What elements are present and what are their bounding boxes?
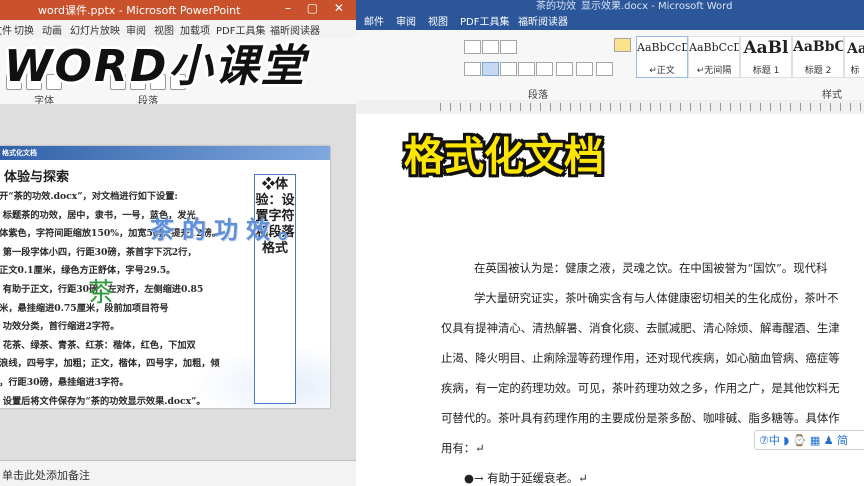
slide[interactable]: 格式化文档 体验与探索 打开“茶的功效.docx”，对文档进行如下设置: 1. … [0,146,330,408]
style-name: 标题 1 [752,66,780,76]
paragraph-mark-icon[interactable] [614,38,631,52]
numbering-icon[interactable] [482,40,499,54]
word-tab-mailings[interactable]: 邮件 [364,13,384,28]
course-banner-text: WORD小课堂 [4,41,307,92]
ppt-notes-pane[interactable]: 单击此处添加备注 [0,460,356,486]
slide-line: 3. 有助于正文，行距30磅，左对齐，左侧缩进0.85 [0,283,204,295]
style-no-spacing[interactable]: AaBbCcDc ↵无间隔 [688,36,740,78]
style-sample: AaBbCcDc [689,41,739,54]
style-heading-1[interactable]: AaBl 标题 1 [740,36,792,78]
align-left-icon[interactable] [464,62,481,76]
ppt-notes-placeholder: 单击此处添加备注 [2,469,90,482]
ppt-window-title: word课件.pptx - Microsoft PowerPoint [38,4,241,17]
lesson-caption-text: 格式化文档 [404,134,604,180]
course-banner: WORD小课堂 [0,28,420,92]
word-tab-pdf[interactable]: PDF工具集 [460,13,509,28]
style-normal[interactable]: AaBbCcDc ↵正文 [636,36,688,78]
style-name: ↵无间隔 [696,66,732,76]
slide-header-band: 格式化文档 [0,146,330,160]
document-drop-cap: 茶 [88,278,115,308]
align-right-icon[interactable] [500,62,517,76]
ppt-title-bar: word课件.pptx - Microsoft PowerPoint – ▢ ✕ [0,0,356,20]
justify-icon[interactable] [518,62,535,76]
style-sample: AaBbC [793,39,843,55]
style-title[interactable]: AaB 标 [844,36,864,78]
style-heading-2[interactable]: AaBbC 标题 2 [792,36,844,78]
word-title-bar: 茶的功效_显示效果.docx - Microsoft Word [356,0,864,12]
document-line: 止渴、降火明目、止痢除湿等药理作用，还对现代疾病，如心脑血管病、癌症等 [441,351,840,365]
style-name: 标 [850,66,860,76]
slide-line: 波浪线，四号字，加粗；正文，楷体，四号字，加粗，倾 [0,358,220,370]
slide-vertical-textbox[interactable]: ❖体验：设置字符和段落格式 [254,174,296,404]
slide-band-label: 格式化文档 [2,149,37,157]
document-line: 疾病，有一定的药理功效。可见，茶叶药理功效之多，作用之广，是其他饮料无 [441,381,840,395]
slide-line: 距正文0.1厘米，绿色方正舒体，字号29.5。 [0,265,176,277]
shading-icon[interactable] [576,62,593,76]
align-center-icon[interactable] [482,62,499,76]
bullets-icon[interactable] [464,40,481,54]
slide-line: 2. 第一段字体小四，行距30磅，茶首字下沉2行， [0,246,197,258]
document-line: 仅具有提神清心、清热解暑、消食化痰、去腻减肥、清心除烦、解毒醒酒、生津 [441,321,840,335]
multilevel-list-icon[interactable] [500,40,517,54]
style-sample: AaBbCcDc [637,41,687,54]
slide-line: 6. 设置后将文件保存为“茶的功效显示效果.docx”。 [0,395,206,407]
distributed-icon[interactable] [536,62,553,76]
style-sample: AaB [847,41,864,57]
word-tab-view[interactable]: 视图 [428,13,448,28]
word-tab-review[interactable]: 审阅 [396,13,416,28]
document-line: 可替代的。茶叶具有药理作用的主要成份是茶多酚、咖啡碱、脂多糖等。具体作 [441,411,840,425]
word-tab-foxit[interactable]: 福昕阅读器 [518,13,568,28]
line-spacing-icon[interactable] [556,62,573,76]
document-line: 学大量研究证实，茶叶确实含有与人体健康密切相关的生化成份，茶叶不 [474,291,839,305]
slide-line: 厘米，悬挂缩进0.75厘米，段前加项目符号 [0,302,169,314]
document-title: 茶的功效。 [150,215,310,244]
slide-line: 打开“茶的功效.docx”，对文档进行如下设置: [0,191,178,202]
document-bullet-item: ●→ 有助于延缓衰老。↵ [464,471,588,485]
ime-toolbar[interactable]: ⑦中 ◗ ⌚ ▦ ♟ 简 [754,430,864,450]
document-line: 用有：↵ [441,441,485,455]
ime-status: ⑦中 ◗ ⌚ ▦ ♟ 简 [759,434,849,447]
slide-line: 4. 功效分类，首行缩进2字符。 [0,321,120,333]
word-ruler[interactable] [356,100,864,115]
slide-line: 斜，行距30磅，悬挂缩进3字符。 [0,376,129,388]
slide-heading: 体验与探索 [4,170,70,185]
word-group-paragraph-label: 段落 [528,90,548,101]
lesson-caption: 格式化文档 [398,122,658,186]
borders-icon[interactable] [596,62,613,76]
slide-line: 5. 花茶、绿茶、青茶、红茶：楷体，红色，下加双 [0,339,196,351]
document-line: 在英国被认为是：健康之液，灵魂之饮。在中国被誉为“国饮”。现代科 [474,261,828,275]
ruler-ticks [440,103,864,111]
word-group-styles-label: 样式 [822,90,842,101]
style-name: ↵正文 [649,66,675,76]
word-ribbon-tabs: 邮件 审阅 视图 PDF工具集 福昕阅读器 [356,10,864,30]
ppt-window-controls[interactable]: – ▢ ✕ [285,1,350,15]
style-sample: AaBl [743,38,789,58]
word-ribbon: AaBbCcDc ↵正文 AaBbCcDc ↵无间隔 AaBl 标题 1 AaB… [356,30,864,101]
style-name: 标题 2 [804,66,832,76]
